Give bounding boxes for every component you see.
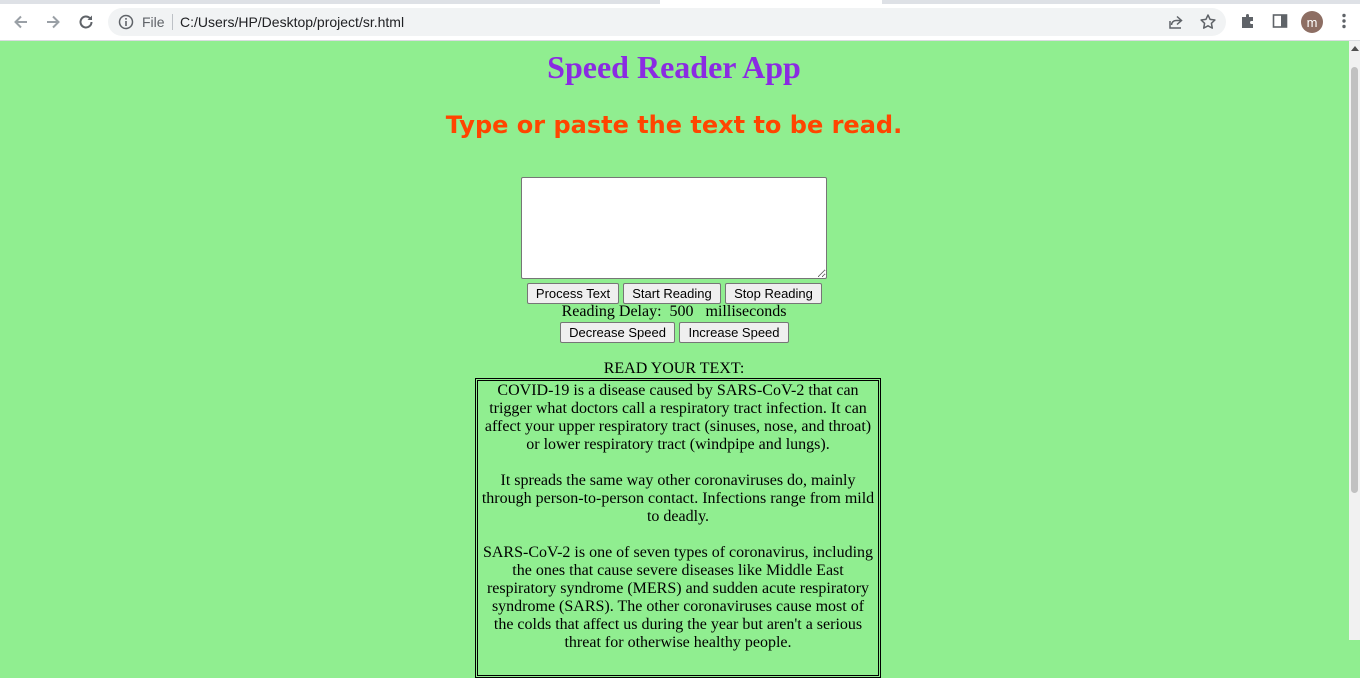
delay-value: 500: [669, 303, 694, 320]
text-input[interactable]: [521, 177, 827, 279]
forward-icon[interactable]: [42, 11, 64, 33]
decrease-speed-button[interactable]: Decrease Speed: [560, 322, 675, 343]
url-text[interactable]: C:/Users/HP/Desktop/project/sr.html: [180, 14, 404, 30]
process-text-button[interactable]: Process Text: [527, 283, 619, 304]
output-paragraph: COVID-19 is a disease caused by SARS-CoV…: [484, 382, 872, 453]
reload-icon[interactable]: [75, 11, 97, 33]
scrollbar-thumb[interactable]: [1351, 67, 1358, 493]
omnibox-separator: [172, 14, 173, 30]
extensions-icon[interactable]: [1239, 12, 1257, 30]
back-icon[interactable]: [10, 11, 32, 33]
page-scrollbar[interactable]: [1349, 41, 1360, 640]
menu-icon[interactable]: [1335, 12, 1353, 30]
star-icon[interactable]: [1199, 13, 1217, 31]
scroll-up-arrow-icon[interactable]: [1351, 46, 1359, 51]
output-label: READ YOUR TEXT:: [603, 360, 745, 377]
share-icon[interactable]: [1168, 14, 1184, 30]
stop-reading-button[interactable]: Stop Reading: [725, 283, 822, 304]
page-content: Speed Reader App Type or paste the text …: [0, 41, 1348, 678]
output-paragraph: SARS-CoV-2 is one of seven types of coro…: [482, 544, 874, 651]
page-title: Speed Reader App: [547, 49, 801, 85]
info-icon[interactable]: [118, 14, 134, 30]
avatar[interactable]: m: [1301, 11, 1323, 33]
delay-unit: milliseconds: [705, 303, 787, 320]
instruction-text: Type or paste the text to be read.: [445, 111, 903, 139]
output-paragraph: It spreads the same way other coronaviru…: [481, 472, 875, 525]
tab-strip: [0, 0, 1360, 4]
output-box: COVID-19 is a disease caused by SARS-CoV…: [475, 378, 881, 678]
side-panel-icon[interactable]: [1271, 12, 1289, 30]
address-bar[interactable]: File C:/Users/HP/Desktop/project/sr.html: [108, 8, 1226, 36]
increase-speed-button[interactable]: Increase Speed: [679, 322, 789, 343]
start-reading-button[interactable]: Start Reading: [623, 283, 721, 304]
reading-delay: Reading Delay: 500 milliseconds: [0, 303, 1348, 321]
browser-toolbar: File C:/Users/HP/Desktop/project/sr.html…: [0, 0, 1360, 41]
scheme-label: File: [142, 14, 165, 30]
active-tab[interactable]: [660, 0, 882, 4]
delay-label: Reading Delay:: [561, 303, 662, 320]
